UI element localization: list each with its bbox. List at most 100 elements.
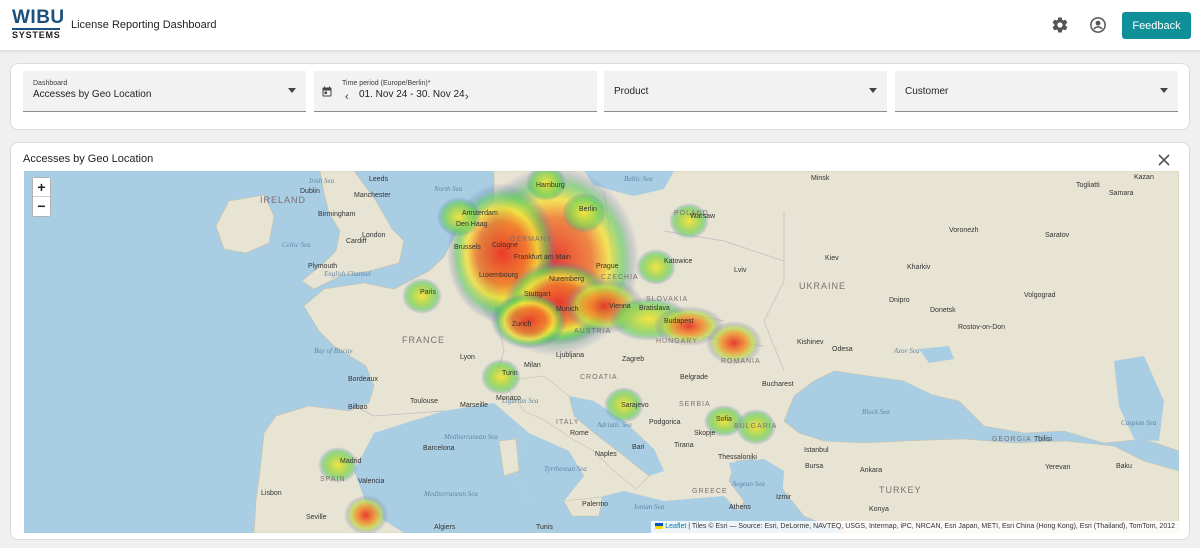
city-label: Dnipro [889, 297, 910, 304]
city-label: Baku [1116, 463, 1132, 470]
feedback-button[interactable]: Feedback [1122, 12, 1191, 39]
wibu-systems-logo[interactable]: WIBU SYSTEMS [12, 8, 64, 41]
sea-label: Mediterranean Sea [423, 490, 478, 498]
country-label: CROATIA [580, 374, 618, 381]
city-label: Minsk [811, 175, 830, 182]
city-label: Bratislava [639, 305, 670, 312]
city-label: Belgrade [680, 374, 708, 381]
city-label: Den Haag [456, 221, 488, 228]
city-label: Manchester [354, 192, 391, 199]
chevron-down-icon [869, 88, 877, 93]
zoom-out-button[interactable]: − [33, 197, 50, 216]
city-label: Hamburg [536, 182, 565, 189]
city-label: Zagreb [622, 356, 644, 363]
heat-blob-turin [481, 359, 521, 395]
sea-label: Baltic Sea [624, 175, 653, 183]
city-label: Munich [556, 306, 579, 313]
sea-label: Ionian Sea [633, 503, 665, 511]
account-icon[interactable] [1089, 16, 1107, 34]
customer-select[interactable]: Customer [895, 71, 1178, 112]
city-label: London [362, 232, 385, 239]
zoom-in-button[interactable]: + [33, 178, 50, 197]
city-label: Donetsk [930, 307, 956, 314]
city-label: Istanbul [804, 447, 829, 454]
previous-period-icon[interactable]: ‹ [345, 91, 349, 103]
zoom-control: + − [32, 177, 51, 217]
time-period-picker[interactable]: Time period (Europe/Berlin)* ‹ 01. Nov 2… [314, 71, 597, 112]
city-label: Dublin [300, 188, 320, 195]
dashboard-select-value: Accesses by Geo Location [33, 89, 152, 100]
city-label: Nuremberg [549, 276, 584, 283]
city-label: Izmir [776, 494, 792, 501]
city-label: Bursa [805, 463, 823, 470]
sea-label: Black Sea [862, 408, 890, 416]
city-label: Seville [306, 514, 327, 521]
country-label: UKRAINE [799, 281, 846, 291]
city-label: Palermo [582, 501, 608, 508]
city-label: Konya [869, 506, 889, 513]
city-label: Bucharest [762, 381, 794, 388]
city-label: Frankfurt am Main [514, 254, 571, 261]
country-label: SERBIA [679, 401, 711, 408]
city-label: Katowice [664, 258, 693, 265]
sea-label: English Channel [323, 270, 371, 278]
map-canvas: Irish Sea Celtic Sea English Channel Bay… [215, 171, 1179, 533]
leaflet-link[interactable]: Leaflet [665, 523, 686, 530]
chevron-down-icon [288, 88, 296, 93]
top-app-bar: WIBU SYSTEMS License Reporting Dashboard… [0, 0, 1200, 51]
geo-location-panel: Accesses by Geo Location Irish Sea Celti… [10, 142, 1190, 540]
country-label: ITALY [556, 419, 579, 426]
panel-title: Accesses by Geo Location [23, 153, 154, 165]
city-label: Vienna [609, 303, 631, 310]
city-label: Valencia [358, 478, 384, 485]
close-icon[interactable] [1157, 153, 1171, 167]
city-label: Kiev [825, 255, 839, 262]
country-label: IRELAND [260, 195, 306, 205]
city-label: Bilbao [348, 404, 368, 411]
country-label: SLOVAKIA [646, 296, 688, 303]
heat-blob-warsaw [669, 203, 709, 239]
product-select[interactable]: Product [604, 71, 887, 112]
product-select-placeholder: Product [614, 86, 649, 97]
attribution-text: | Tiles © Esri — Source: Esri, DeLorme, … [686, 523, 1175, 530]
time-period-label: Time period (Europe/Berlin)* [342, 80, 431, 87]
city-label: Tunis [536, 524, 553, 531]
city-label: Luxembourg [479, 272, 518, 279]
dashboard-select[interactable]: Dashboard Accesses by Geo Location [23, 71, 306, 112]
country-label: FRANCE [402, 335, 445, 345]
city-label: Madrid [340, 458, 362, 465]
city-label: Birmingham [318, 211, 356, 218]
city-label: Skopje [694, 430, 716, 437]
next-period-icon[interactable]: › [465, 91, 469, 103]
filter-bar: Dashboard Accesses by Geo Location Time … [10, 63, 1190, 130]
heat-blob-paris [402, 278, 442, 314]
country-label: SPAIN [320, 476, 346, 483]
city-label: Tbilisi [1034, 436, 1052, 443]
country-label: CZECHIA [601, 274, 639, 281]
city-label: Plymouth [308, 263, 337, 270]
gear-icon[interactable] [1051, 16, 1069, 34]
sea-label: Aegean Sea [731, 480, 765, 488]
city-label: Bari [632, 444, 645, 451]
city-label: Voronezh [949, 227, 979, 234]
city-label: Rome [570, 430, 589, 437]
dashboard-select-label: Dashboard [33, 80, 68, 87]
city-label: Bordeaux [348, 376, 378, 383]
geo-heatmap[interactable]: Irish Sea Celtic Sea English Channel Bay… [24, 171, 1179, 533]
city-label: Barcelona [423, 445, 455, 452]
country-label: BULGARIA [734, 423, 777, 430]
city-label: Volgograd [1024, 292, 1056, 299]
customer-select-placeholder: Customer [905, 86, 949, 97]
city-label: Paris [420, 289, 436, 296]
calendar-icon[interactable] [321, 85, 333, 98]
heat-blob-katowice [636, 249, 676, 285]
heat-blob-berlin [562, 193, 606, 233]
city-label: Prague [596, 263, 619, 270]
country-label: ROMANIA [721, 358, 761, 365]
logo-subtitle: SYSTEMS [12, 30, 61, 40]
city-label: Samara [1109, 190, 1134, 197]
city-label: Kazan [1134, 174, 1154, 181]
city-label: Lyon [460, 354, 475, 361]
city-label: Berlin [579, 206, 597, 213]
city-label: Ankara [860, 467, 882, 474]
